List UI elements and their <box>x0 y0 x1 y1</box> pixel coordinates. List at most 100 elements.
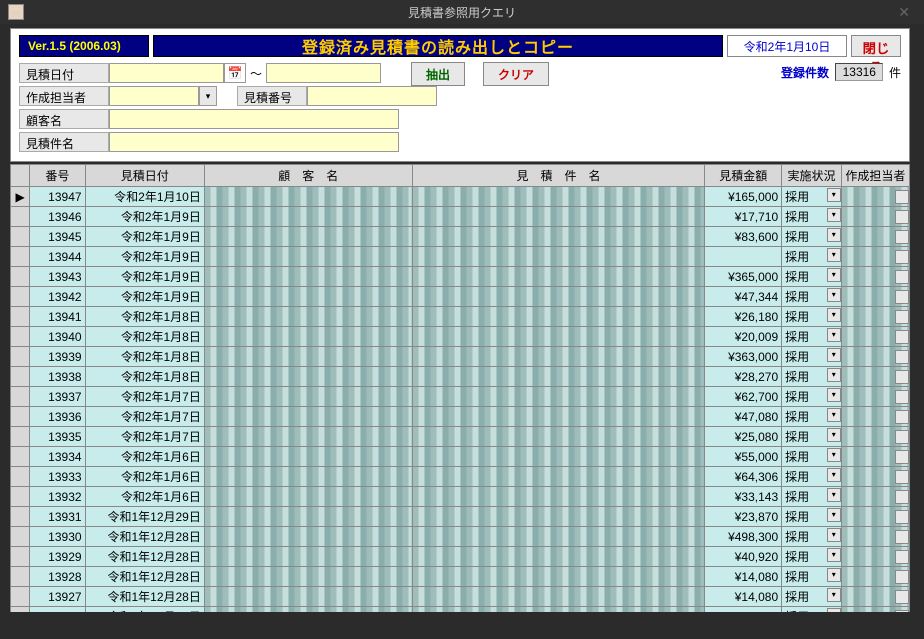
person-dropdown-icon[interactable]: ▾ <box>895 410 909 424</box>
cell-status[interactable]: 採用▾ <box>782 507 842 527</box>
status-dropdown-icon[interactable]: ▾ <box>827 348 841 362</box>
cell-subject[interactable] <box>412 587 705 607</box>
person-dropdown-icon[interactable]: ▾ <box>895 450 909 464</box>
person-dropdown-icon[interactable]: ▾ <box>895 350 909 364</box>
cell-date[interactable]: 令和2年1月9日 <box>85 287 204 307</box>
person-dropdown-icon[interactable]: ▾ <box>895 310 909 324</box>
row-selector[interactable] <box>11 327 30 347</box>
number-input[interactable] <box>307 86 437 106</box>
table-row[interactable]: 13941令和2年1月8日¥26,180採用▾▾ <box>11 307 910 327</box>
status-dropdown-icon[interactable]: ▾ <box>827 288 841 302</box>
cell-person[interactable]: ▾ <box>841 607 909 613</box>
col-subject[interactable]: 見 積 件 名 <box>412 165 705 187</box>
person-dropdown-icon[interactable]: ▾ <box>895 230 909 244</box>
cell-no[interactable]: 13928 <box>30 567 85 587</box>
cell-amount[interactable]: ¥365,000 <box>705 267 782 287</box>
row-selector[interactable] <box>11 607 30 613</box>
cell-no[interactable]: 13935 <box>30 427 85 447</box>
cell-customer[interactable] <box>204 387 412 407</box>
status-dropdown-icon[interactable]: ▾ <box>827 528 841 542</box>
cell-date[interactable]: 令和2年1月8日 <box>85 307 204 327</box>
table-row[interactable]: 13928令和1年12月28日¥14,080採用▾▾ <box>11 567 910 587</box>
person-input[interactable] <box>109 86 199 106</box>
person-dropdown-icon[interactable]: ▾ <box>895 490 909 504</box>
table-row[interactable]: 13939令和2年1月8日¥363,000採用▾▾ <box>11 347 910 367</box>
cell-amount[interactable]: ¥62,700 <box>705 387 782 407</box>
cell-person[interactable]: ▾ <box>841 387 909 407</box>
table-row[interactable]: 13938令和2年1月8日¥28,270採用▾▾ <box>11 367 910 387</box>
extract-button[interactable]: 抽出 <box>411 62 465 86</box>
subject-input[interactable] <box>109 132 399 152</box>
row-selector[interactable] <box>11 407 30 427</box>
cell-status[interactable]: 採用▾ <box>782 427 842 447</box>
status-dropdown-icon[interactable]: ▾ <box>827 228 841 242</box>
col-customer[interactable]: 顧 客 名 <box>204 165 412 187</box>
status-dropdown-icon[interactable]: ▾ <box>827 548 841 562</box>
status-dropdown-icon[interactable]: ▾ <box>827 368 841 382</box>
cell-no[interactable]: 13943 <box>30 267 85 287</box>
row-selector[interactable] <box>11 527 30 547</box>
person-dropdown-icon[interactable]: ▾ <box>895 610 909 613</box>
table-row[interactable]: 13937令和2年1月7日¥62,700採用▾▾ <box>11 387 910 407</box>
cell-date[interactable]: 令和2年1月6日 <box>85 467 204 487</box>
person-dropdown-icon[interactable]: ▾ <box>895 510 909 524</box>
cell-subject[interactable] <box>412 487 705 507</box>
cell-customer[interactable] <box>204 307 412 327</box>
row-selector[interactable] <box>11 467 30 487</box>
cell-person[interactable]: ▾ <box>841 287 909 307</box>
cell-person[interactable]: ▾ <box>841 467 909 487</box>
calendar-icon[interactable]: 📅 <box>224 63 246 83</box>
row-selector[interactable] <box>11 347 30 367</box>
row-selector[interactable] <box>11 427 30 447</box>
cell-amount[interactable]: ¥55,000 <box>705 447 782 467</box>
cell-person[interactable]: ▾ <box>841 487 909 507</box>
cell-subject[interactable] <box>412 387 705 407</box>
cell-no[interactable]: 13931 <box>30 507 85 527</box>
cell-status[interactable]: 採用▾ <box>782 547 842 567</box>
cell-subject[interactable] <box>412 267 705 287</box>
cell-date[interactable]: 令和1年12月28日 <box>85 527 204 547</box>
cell-status[interactable]: 採用▾ <box>782 287 842 307</box>
table-row[interactable]: 13930令和1年12月28日¥498,300採用▾▾ <box>11 527 910 547</box>
status-dropdown-icon[interactable]: ▾ <box>827 448 841 462</box>
date-to-input[interactable] <box>266 63 381 83</box>
row-selector[interactable] <box>11 307 30 327</box>
cell-date[interactable]: 令和2年1月7日 <box>85 387 204 407</box>
cell-status[interactable]: 採用▾ <box>782 567 842 587</box>
cell-subject[interactable] <box>412 447 705 467</box>
cell-date[interactable]: 令和1年12月29日 <box>85 507 204 527</box>
status-dropdown-icon[interactable]: ▾ <box>827 208 841 222</box>
cell-person[interactable]: ▾ <box>841 567 909 587</box>
row-selector[interactable] <box>11 247 30 267</box>
table-row[interactable]: 13936令和2年1月7日¥47,080採用▾▾ <box>11 407 910 427</box>
row-selector[interactable] <box>11 587 30 607</box>
cell-amount[interactable]: ¥47,080 <box>705 407 782 427</box>
customer-input[interactable] <box>109 109 399 129</box>
cell-amount[interactable]: ¥26,180 <box>705 307 782 327</box>
cell-status[interactable]: 採用▾ <box>782 387 842 407</box>
cell-customer[interactable] <box>204 427 412 447</box>
person-dropdown-icon[interactable]: ▾ <box>895 430 909 444</box>
row-selector[interactable] <box>11 287 30 307</box>
status-dropdown-icon[interactable]: ▾ <box>827 508 841 522</box>
cell-customer[interactable] <box>204 247 412 267</box>
cell-subject[interactable] <box>412 567 705 587</box>
cell-amount[interactable]: ¥28,270 <box>705 367 782 387</box>
cell-date[interactable]: 令和2年1月9日 <box>85 207 204 227</box>
row-selector[interactable]: ▶ <box>11 187 30 207</box>
cell-status[interactable]: 採用▾ <box>782 327 842 347</box>
person-dropdown-icon[interactable]: ▾ <box>895 470 909 484</box>
cell-subject[interactable] <box>412 187 705 207</box>
cell-no[interactable]: 13933 <box>30 467 85 487</box>
cell-date[interactable]: 令和2年1月8日 <box>85 367 204 387</box>
cell-no[interactable]: 13940 <box>30 327 85 347</box>
cell-subject[interactable] <box>412 247 705 267</box>
cell-no[interactable]: 13934 <box>30 447 85 467</box>
status-dropdown-icon[interactable]: ▾ <box>827 588 841 602</box>
cell-date[interactable]: 令和2年1月8日 <box>85 327 204 347</box>
cell-customer[interactable] <box>204 347 412 367</box>
cell-person[interactable]: ▾ <box>841 307 909 327</box>
cell-customer[interactable] <box>204 607 412 613</box>
person-dropdown-icon[interactable]: ▾ <box>895 330 909 344</box>
cell-person[interactable]: ▾ <box>841 207 909 227</box>
